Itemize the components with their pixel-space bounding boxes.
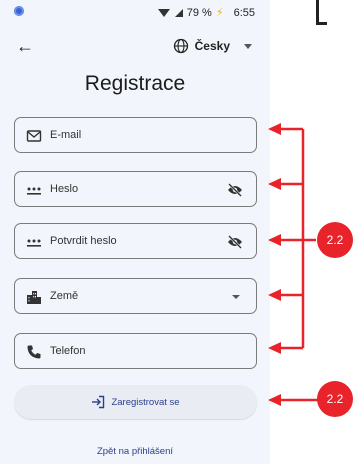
annotation-bracket — [268, 123, 316, 354]
annotation-badge: 2.2 — [317, 222, 353, 258]
annotation-overlay — [268, 123, 318, 406]
annotation-arrow-button — [268, 394, 318, 406]
annotation-badge: 2.2 — [317, 381, 353, 417]
